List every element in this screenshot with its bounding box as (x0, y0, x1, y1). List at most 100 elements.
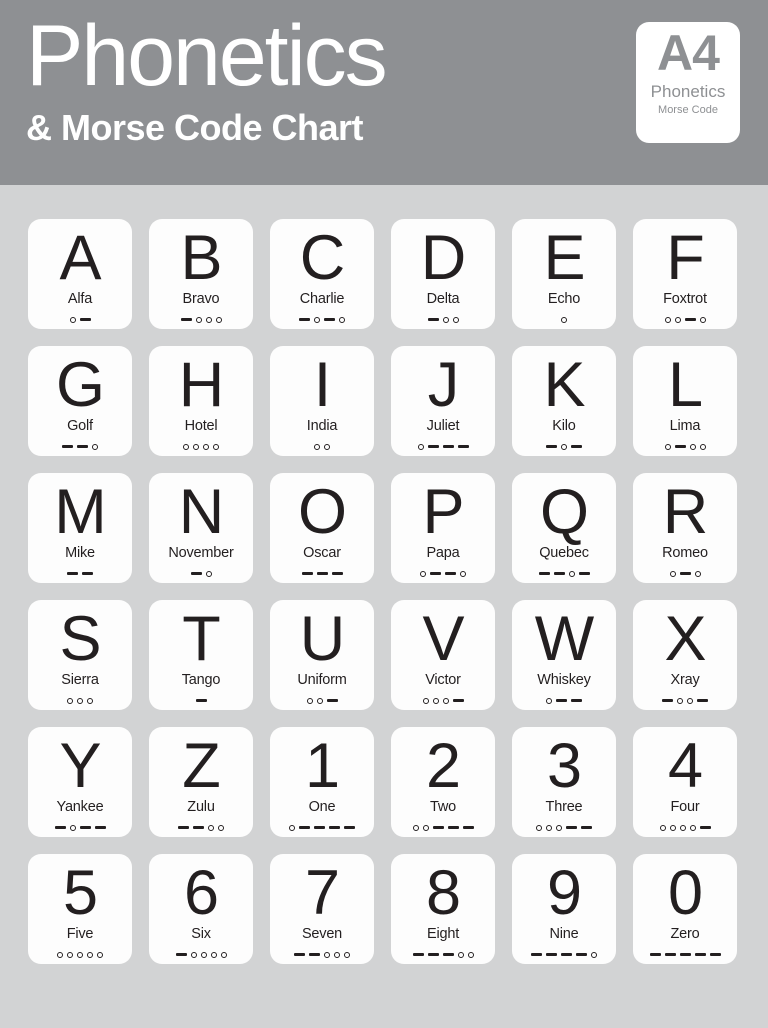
morse-dot-icon (193, 443, 199, 450)
phonetic-card[interactable]: X Xray (633, 600, 737, 710)
morse-dot-icon (694, 570, 701, 577)
phonetic-card[interactable]: G Golf (28, 346, 132, 456)
phonetic-card[interactable]: B Bravo (149, 219, 253, 329)
card-phonetic-word: Lima (669, 418, 701, 434)
morse-dot-icon (561, 443, 567, 450)
card-phonetic-word: Oscar (303, 545, 341, 561)
phonetic-card[interactable]: E Echo (512, 219, 616, 329)
morse-dot-icon (57, 951, 63, 958)
morse-dash-icon (195, 699, 207, 702)
morse-dot-icon (546, 697, 552, 704)
phonetic-card[interactable]: L Lima (633, 346, 737, 456)
morse-dash-icon (531, 953, 542, 956)
phonetic-card[interactable]: Q Quebec (512, 473, 616, 583)
morse-dash-icon (344, 826, 355, 829)
morse-dot-icon (422, 697, 429, 704)
card-character: D (420, 222, 466, 293)
phonetic-card[interactable]: U Uniform (270, 600, 374, 710)
card-character: Y (59, 730, 101, 801)
phonetic-card[interactable]: F Foxtrot (633, 219, 737, 329)
phonetic-card[interactable]: I India (270, 346, 374, 456)
morse-dot-icon (677, 697, 683, 704)
morse-dot-icon (289, 824, 295, 831)
morse-dot-icon (687, 697, 693, 704)
card-morse-code (649, 949, 721, 961)
phonetic-card[interactable]: 8 Eight (391, 854, 495, 964)
phonetic-card[interactable]: O Oscar (270, 473, 374, 583)
card-morse-code (195, 695, 207, 707)
phonetic-card[interactable]: V Victor (391, 600, 495, 710)
morse-dash-icon (67, 572, 78, 575)
morse-dot-icon (316, 697, 323, 704)
card-phonetic-word: Uniform (297, 672, 347, 688)
format-badge: A4 Phonetics Morse Code (636, 22, 740, 143)
phonetic-card[interactable]: 3 Three (512, 727, 616, 837)
phonetic-card[interactable]: 6 Six (149, 854, 253, 964)
morse-dash-icon (432, 826, 444, 829)
card-phonetic-word: Quebec (539, 545, 589, 561)
phonetic-card[interactable]: 7 Seven (270, 854, 374, 964)
phonetic-card[interactable]: P Papa (391, 473, 495, 583)
phonetic-card[interactable]: R Romeo (633, 473, 737, 583)
morse-dot-icon (422, 824, 429, 831)
phonetic-card[interactable]: 9 Nine (512, 854, 616, 964)
card-character: Z (182, 730, 220, 801)
morse-dash-icon (462, 826, 474, 829)
morse-dash-icon (556, 699, 567, 702)
card-phonetic-word: Hotel (184, 418, 218, 434)
morse-dot-icon (417, 443, 424, 450)
morse-dot-icon (457, 951, 464, 958)
phonetic-card[interactable]: T Tango (149, 600, 253, 710)
morse-dash-icon (571, 445, 582, 448)
card-phonetic-word: Alfa (67, 291, 93, 307)
phonetic-card[interactable]: S Sierra (28, 600, 132, 710)
phonetic-card[interactable]: J Juliet (391, 346, 495, 456)
phonetic-card[interactable]: M Mike (28, 473, 132, 583)
morse-dot-icon (195, 316, 202, 323)
card-morse-code (175, 949, 227, 961)
morse-dash-icon (331, 572, 343, 575)
phonetic-card[interactable]: 2 Two (391, 727, 495, 837)
phonetic-card[interactable]: K Kilo (512, 346, 616, 456)
card-morse-code (664, 314, 706, 326)
morse-dot-icon (339, 316, 345, 323)
morse-dot-icon (324, 443, 330, 450)
morse-dash-icon (430, 572, 441, 575)
morse-dot-icon (556, 824, 562, 831)
phonetic-card[interactable]: Z Zulu (149, 727, 253, 837)
morse-dot-icon (208, 824, 214, 831)
card-morse-code (536, 822, 592, 834)
phonetic-card[interactable]: H Hotel (149, 346, 253, 456)
phonetic-card[interactable]: 5 Five (28, 854, 132, 964)
morse-dash-icon (190, 572, 202, 575)
phonetic-card[interactable]: D Delta (391, 219, 495, 329)
card-character: U (299, 603, 345, 674)
card-character: R (662, 476, 708, 547)
card-morse-code (54, 822, 106, 834)
phonetic-card[interactable]: 1 One (270, 727, 374, 837)
morse-dot-icon (69, 316, 76, 323)
card-phonetic-word: Mike (65, 545, 95, 561)
phonetic-card[interactable]: 4 Four (633, 727, 737, 837)
card-morse-code (420, 568, 466, 580)
phonetic-card[interactable]: C Charlie (270, 219, 374, 329)
morse-dash-icon (452, 699, 464, 702)
card-phonetic-word: Juliet (426, 418, 460, 434)
morse-dot-icon (69, 824, 76, 831)
badge-secondary-label: Morse Code (658, 104, 718, 117)
morse-dot-icon (200, 951, 207, 958)
phonetic-card-grid: A Alfa B Bravo C Charlie D Delta E Echo F Foxtrot G G… (0, 185, 768, 964)
morse-dash-icon (578, 572, 590, 575)
phonetic-card[interactable]: N November (149, 473, 253, 583)
phonetic-card[interactable]: W Whiskey (512, 600, 616, 710)
morse-dot-icon (97, 951, 103, 958)
badge-size-label: A4 (657, 25, 720, 81)
morse-dot-icon (87, 951, 93, 958)
card-morse-code (412, 822, 474, 834)
phonetic-card[interactable]: A Alfa (28, 219, 132, 329)
phonetic-card[interactable]: Y Yankee (28, 727, 132, 837)
phonetic-card[interactable]: 0 Zero (633, 854, 737, 964)
morse-dot-icon (183, 443, 189, 450)
morse-dash-icon (326, 699, 338, 702)
card-morse-code (412, 949, 474, 961)
